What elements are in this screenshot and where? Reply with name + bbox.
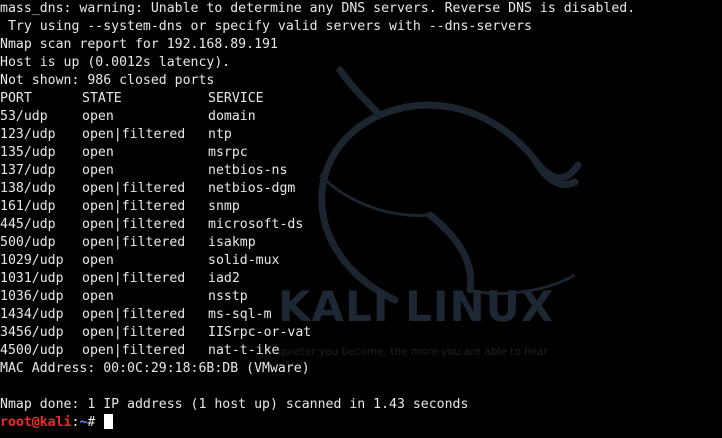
port-row: 445/udp open|filtered microsoft-ds (0, 216, 722, 234)
state-cell: open|filtered (82, 343, 186, 358)
shell-prompt[interactable]: root@kali:~# (0, 414, 722, 432)
service-cell: nsstp (208, 289, 248, 304)
port-row: 123/udp open|filtered ntp (0, 126, 722, 144)
state-cell: open|filtered (82, 235, 186, 250)
service-cell: ms-sql-m (208, 307, 272, 322)
port-cell: 137/udp (0, 163, 56, 178)
state-cell: open (82, 289, 114, 304)
port-cell: 4500/udp (0, 343, 64, 358)
mac-address-line: MAC Address: 00:0C:29:18:6B:DB (VMware) (0, 361, 310, 376)
port-row: 135/udp open msrpc (0, 144, 722, 162)
port-row: 1031/udp open|filtered iad2 (0, 270, 722, 288)
service-cell: domain (208, 109, 256, 124)
state-cell: open|filtered (82, 127, 186, 142)
port-row: 3456/udp open|filtered IISrpc-or-vat (0, 324, 722, 342)
port-row: 500/udp open|filtered isakmp (0, 234, 722, 252)
port-cell: 53/udp (0, 109, 48, 124)
state-cell: open (82, 109, 114, 124)
port-row: 1434/udp open|filtered ms-sql-m (0, 306, 722, 324)
state-cell: open|filtered (82, 325, 186, 340)
port-table: 53/udp open domain 123/udp open|filtered ntp… (0, 108, 722, 360)
service-cell: msrpc (208, 145, 248, 160)
state-cell: open (82, 163, 114, 178)
service-cell: snmp (208, 199, 240, 214)
state-cell: open|filtered (82, 271, 186, 286)
text-cursor[interactable] (104, 414, 114, 429)
service-cell: iad2 (208, 271, 240, 286)
port-cell: 1434/udp (0, 307, 64, 322)
service-cell: netbios-ns (208, 163, 288, 178)
dns-hint-line: Try using --system-dns or specify valid … (0, 19, 532, 34)
port-table-header: PORT STATE SERVICE (0, 90, 722, 108)
service-cell: isakmp (208, 235, 256, 250)
state-cell: open|filtered (82, 181, 186, 196)
host-status-line: Host is up (0.0012s latency). (0, 55, 231, 70)
port-row: 1036/udp open nsstp (0, 288, 722, 306)
service-cell: IISrpc-or-vat (208, 325, 312, 340)
port-cell: 161/udp (0, 199, 56, 214)
state-cell: open (82, 253, 114, 268)
port-row: 138/udp open|filtered netbios-dgm (0, 180, 722, 198)
port-cell: 500/udp (0, 235, 56, 250)
port-cell: 1029/udp (0, 253, 64, 268)
terminal-output[interactable]: mass_dns: warning: Unable to determine a… (0, 0, 722, 434)
state-cell: open|filtered (82, 217, 186, 232)
port-cell: 123/udp (0, 127, 56, 142)
service-cell: ntp (208, 127, 232, 142)
state-cell: open|filtered (82, 307, 186, 322)
port-column-header: PORT (0, 91, 32, 106)
prompt-user-host: root@kali (0, 415, 72, 430)
service-cell: microsoft-ds (208, 217, 304, 232)
port-cell: 138/udp (0, 181, 56, 196)
nmap-done-line: Nmap done: 1 IP address (1 host up) scan… (0, 397, 469, 412)
port-row: 1029/udp open solid-mux (0, 252, 722, 270)
service-cell: nat-t-ike (208, 343, 280, 358)
port-row: 4500/udp open|filtered nat-t-ike (0, 342, 722, 360)
prompt-symbol: # (87, 415, 104, 430)
scan-report-line: Nmap scan report for 192.168.89.191 (0, 37, 278, 52)
port-cell: 1031/udp (0, 271, 64, 286)
not-shown-line: Not shown: 986 closed ports (0, 73, 215, 88)
state-column-header: STATE (82, 91, 122, 106)
port-cell: 3456/udp (0, 325, 64, 340)
port-row: 53/udp open domain (0, 108, 722, 126)
port-row: 161/udp open|filtered snmp (0, 198, 722, 216)
state-cell: open (82, 145, 114, 160)
state-cell: open|filtered (82, 199, 186, 214)
service-cell: netbios-dgm (208, 181, 296, 196)
service-column-header: SERVICE (208, 91, 264, 106)
port-cell: 1036/udp (0, 289, 64, 304)
port-cell: 445/udp (0, 217, 56, 232)
port-cell: 135/udp (0, 145, 56, 160)
dns-warning-line: mass_dns: warning: Unable to determine a… (0, 1, 636, 16)
service-cell: solid-mux (208, 253, 280, 268)
port-row: 137/udp open netbios-ns (0, 162, 722, 180)
